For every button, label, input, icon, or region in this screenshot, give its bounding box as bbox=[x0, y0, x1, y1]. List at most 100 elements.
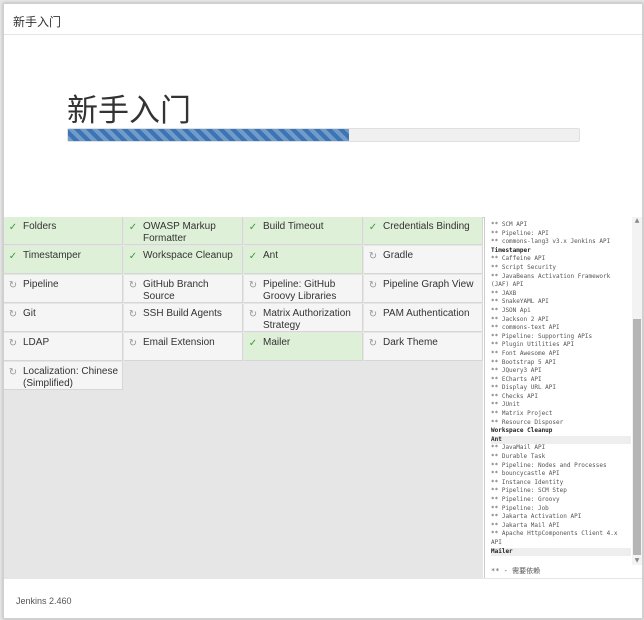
log-line: ** Apache HttpComponents Client 4.x bbox=[491, 530, 618, 538]
scroll-down-arrow-icon[interactable]: ▼ bbox=[633, 557, 641, 565]
checkmark-icon: ✓ bbox=[8, 222, 18, 233]
page-title: 新手入门 bbox=[67, 93, 191, 129]
plugin-name: Pipeline Graph View bbox=[383, 279, 474, 290]
plugin-item: ✓ Workspace Cleanup bbox=[124, 246, 243, 274]
install-progress-bar bbox=[67, 128, 580, 142]
log-line: API bbox=[491, 538, 502, 546]
refresh-icon: ↻ bbox=[128, 338, 138, 349]
checkmark-icon: ✓ bbox=[248, 251, 258, 262]
plugin-name: Workspace Cleanup bbox=[143, 250, 233, 261]
log-line: ** Caffeine API bbox=[491, 255, 546, 263]
plugin-name: Localization: Chinese (Simplified) bbox=[23, 366, 119, 389]
log-line: ** Pipeline: Groovy bbox=[491, 496, 560, 503]
plugin-item: ↻ Matrix Authorization Strategy bbox=[244, 304, 363, 332]
log-line: (JAF) API bbox=[491, 281, 524, 289]
log-line: ** JavaBeans Activation Framework bbox=[491, 272, 611, 280]
hero-section: 新手入门 bbox=[4, 35, 642, 218]
dialog-footer: Jenkins 2.460 bbox=[4, 578, 642, 618]
plugin-name: GitHub Branch Source bbox=[143, 279, 209, 302]
log-line: ** SnakeYAML API bbox=[491, 298, 549, 306]
log-line: ** bouncycastle API bbox=[491, 470, 560, 478]
plugin-item: ↻ SSH Build Agents bbox=[124, 304, 243, 332]
plugin-name: LDAP bbox=[23, 337, 50, 348]
install-log-panel: ** SCM API ** Pipeline: API ** commons-lan… bbox=[484, 217, 642, 578]
install-progress-fill bbox=[68, 129, 350, 141]
log-line: ** Pipeline: Supporting APIs bbox=[491, 332, 593, 340]
plugin-name: Dark Theme bbox=[383, 337, 438, 348]
checkmark-icon: ✓ bbox=[368, 222, 378, 233]
refresh-icon: ↻ bbox=[248, 280, 258, 291]
checkmark-icon: ✓ bbox=[248, 338, 258, 349]
log-line: ** Font Awesome API bbox=[491, 349, 560, 357]
plugin-item: ↻ Gradle bbox=[364, 246, 483, 274]
jenkins-version: Jenkins 2.460 bbox=[16, 596, 72, 606]
plugin-name: Git bbox=[23, 308, 36, 319]
refresh-icon: ↻ bbox=[128, 309, 138, 320]
plugin-item: ↻ Pipeline bbox=[4, 275, 123, 303]
plugin-name: Build Timeout bbox=[263, 221, 324, 232]
plugin-item: ↻ GitHub Branch Source bbox=[124, 275, 243, 303]
plugin-name: Email Extension bbox=[143, 337, 215, 348]
log-line: ** Plugin Utilities API bbox=[491, 341, 575, 349]
plugin-item: ↻ PAM Authentication bbox=[364, 304, 483, 332]
refresh-icon: ↻ bbox=[368, 280, 378, 291]
refresh-icon: ↻ bbox=[368, 251, 378, 262]
plugin-item: ✓ Credentials Binding bbox=[364, 217, 483, 245]
plugin-name: Folders bbox=[23, 221, 57, 232]
plugin-name: Pipeline bbox=[23, 279, 59, 290]
log-line: ** Script Security bbox=[491, 263, 557, 271]
plugin-item: ✓ Timestamper bbox=[4, 246, 123, 274]
refresh-icon: ↻ bbox=[368, 338, 378, 349]
log-line: ** Jakarta Mail API bbox=[491, 521, 560, 529]
plugin-item: ↻ Pipeline: GitHub Groovy Libraries bbox=[244, 275, 363, 303]
log-line: ** Resource Disposer bbox=[491, 418, 564, 426]
log-line: ** Pipeline: API bbox=[491, 229, 549, 237]
scroll-up-arrow-icon[interactable]: ▲ bbox=[633, 217, 641, 225]
dialog-header: 新手入门 bbox=[4, 4, 642, 35]
log-line: Timestamper bbox=[491, 246, 531, 254]
log-footer-note: ** - 需要依赖 bbox=[491, 567, 541, 575]
log-line: Mailer bbox=[491, 547, 631, 557]
log-scrollbar-thumb[interactable] bbox=[633, 319, 641, 555]
log-line: ** commons-text API bbox=[491, 324, 560, 332]
log-line: ** JSON Api bbox=[491, 306, 531, 314]
plugin-name: PAM Authentication bbox=[383, 308, 470, 319]
log-line: Ant bbox=[491, 435, 631, 445]
log-scrollbar[interactable]: ▲ ▼ bbox=[632, 217, 642, 565]
plugin-name: OWASP Markup Formatter bbox=[143, 221, 216, 244]
plugin-item: ↻ Localization: Chinese (Simplified) bbox=[4, 362, 123, 390]
log-line: ** JQuery3 API bbox=[491, 367, 542, 375]
plugin-name: Matrix Authorization Strategy bbox=[263, 308, 351, 331]
plugin-name: Pipeline: GitHub Groovy Libraries bbox=[263, 279, 337, 302]
dialog-title: 新手入门 bbox=[13, 15, 62, 29]
plugin-name: SSH Build Agents bbox=[143, 308, 222, 319]
plugin-name: Timestamper bbox=[23, 250, 81, 261]
checkmark-icon: ✓ bbox=[248, 222, 258, 233]
log-line: ** ECharts API bbox=[491, 375, 542, 383]
log-line: ** Instance Identity bbox=[491, 478, 564, 486]
refresh-icon: ↻ bbox=[8, 338, 18, 349]
setup-wizard-dialog: 新手入门 新手入门 ✓ Folders ✓ OWASP Markup Formatte… bbox=[3, 3, 643, 619]
plugin-grid: ✓ Folders ✓ OWASP Markup Formatter ✓ Build Ti… bbox=[4, 217, 483, 578]
log-line: ** SCM API bbox=[491, 221, 528, 228]
log-line: ** JUnit bbox=[491, 401, 520, 409]
install-log-text: ** SCM API ** Pipeline: API ** commons-lan… bbox=[491, 221, 631, 557]
checkmark-icon: ✓ bbox=[128, 222, 138, 233]
log-line: ** Durable Task bbox=[491, 453, 546, 461]
plugin-item: ↻ Pipeline Graph View bbox=[364, 275, 483, 303]
plugin-item: ✓ Ant bbox=[244, 246, 363, 274]
refresh-icon: ↻ bbox=[128, 280, 138, 291]
log-line: ** Matrix Project bbox=[491, 410, 553, 418]
refresh-icon: ↻ bbox=[8, 280, 18, 291]
refresh-icon: ↻ bbox=[368, 309, 378, 320]
log-line: ** Pipeline: Nodes and Processes bbox=[491, 461, 607, 469]
log-line: ** Pipeline: Job bbox=[491, 504, 549, 512]
refresh-icon: ↻ bbox=[248, 309, 258, 320]
plugin-item: ✓ Folders bbox=[4, 217, 123, 245]
log-line: ** Checks API bbox=[491, 392, 538, 400]
plugin-name: Ant bbox=[263, 250, 279, 261]
plugin-item: ↻ LDAP bbox=[4, 333, 123, 361]
plugin-name: Credentials Binding bbox=[383, 221, 470, 232]
plugin-item: ↻ Email Extension bbox=[124, 333, 243, 361]
log-line: ** JavaMail API bbox=[491, 444, 546, 452]
